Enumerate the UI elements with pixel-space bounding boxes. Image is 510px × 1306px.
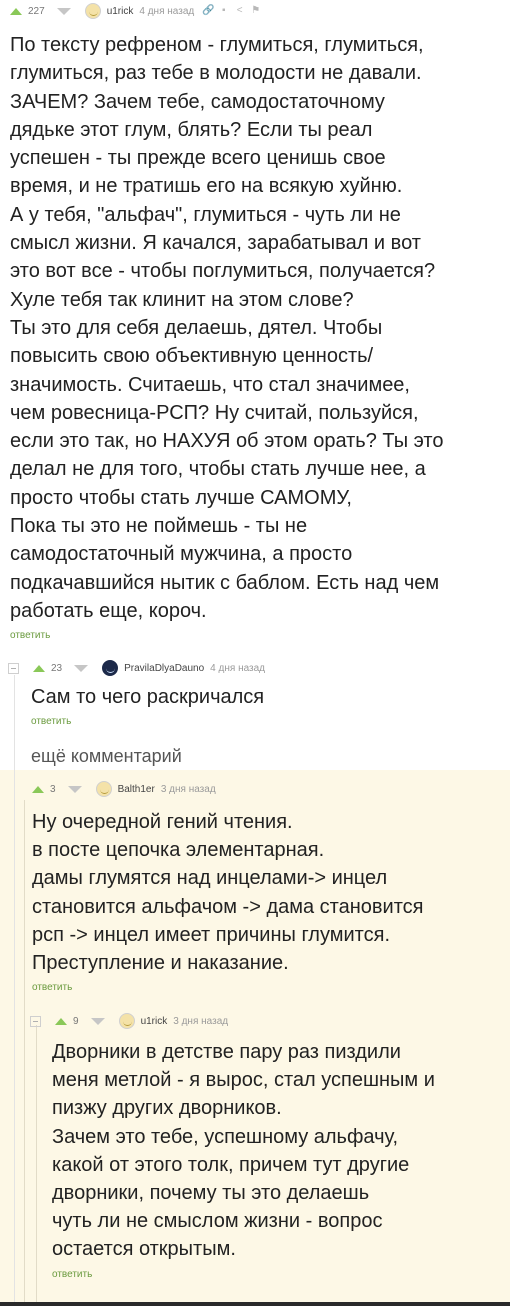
timestamp[interactable]: 3 дня назад: [173, 1016, 228, 1027]
comment-text: Сам то чего раскричался: [31, 686, 265, 708]
save-icon[interactable]: ▪: [218, 6, 229, 16]
report-flag-icon[interactable]: ⚑: [250, 6, 261, 16]
timestamp[interactable]: 4 дня назад: [210, 663, 265, 674]
rating: 3: [50, 783, 56, 795]
comment: 227 u1rick 4 дня назад 🔗 ▪ < ⚑ По тексту…: [10, 0, 505, 643]
avatar[interactable]: [118, 1013, 135, 1029]
author-name[interactable]: PravilaDlyaDauno: [124, 663, 204, 674]
comment-meta: 227 u1rick 4 дня назад 🔗 ▪ < ⚑: [10, 0, 505, 22]
downvote-icon[interactable]: [90, 1017, 105, 1025]
upvote-icon[interactable]: [10, 7, 22, 15]
downvote-icon[interactable]: [56, 7, 71, 15]
reply-link[interactable]: ответить: [10, 630, 50, 641]
rating: 9: [73, 1015, 79, 1027]
thread-line: [14, 675, 15, 1306]
author-name[interactable]: Balth1er: [118, 784, 155, 795]
downvote-icon[interactable]: [74, 664, 89, 672]
share-icon[interactable]: <: [234, 6, 245, 16]
more-comments-link[interactable]: ещё комментарий: [31, 746, 182, 767]
comment-text: Ну очередной гений чтения. в посте цепоч…: [32, 811, 424, 975]
comment-meta: 3 Balth1er 3 дня назад: [32, 778, 502, 800]
rating: 23: [51, 662, 63, 674]
collapse-icon[interactable]: [8, 662, 19, 674]
comment: 9 u1rick 3 дня назад Дворники в детстве …: [30, 1010, 500, 1282]
avatar[interactable]: [95, 781, 112, 797]
reply-link[interactable]: ответить: [52, 1269, 92, 1280]
avatar[interactable]: [102, 660, 119, 676]
bottom-edge: [0, 1302, 510, 1306]
rating: 227: [28, 5, 45, 17]
comment: 23 PravilaDlyaDauno 4 дня назад Сам то ч…: [8, 657, 505, 729]
comment-meta: 9 u1rick 3 дня назад: [30, 1010, 500, 1032]
author-name[interactable]: u1rick: [107, 6, 134, 17]
timestamp[interactable]: 3 дня назад: [161, 784, 216, 795]
collapse-icon[interactable]: [30, 1015, 41, 1027]
avatar[interactable]: [84, 3, 101, 19]
author-name[interactable]: u1rick: [141, 1016, 168, 1027]
upvote-icon[interactable]: [55, 1017, 67, 1025]
comment-meta: 23 PravilaDlyaDauno 4 дня назад: [8, 657, 505, 679]
upvote-icon[interactable]: [33, 664, 45, 672]
upvote-icon[interactable]: [32, 785, 44, 793]
reply-link[interactable]: ответить: [31, 716, 71, 727]
timestamp[interactable]: 4 дня назад: [139, 6, 194, 17]
link-icon[interactable]: 🔗: [202, 6, 214, 16]
comment-text: Дворники в детстве пару раз пиздили меня…: [52, 1041, 435, 1261]
comment: 3 Balth1er 3 дня назад Ну очередной гени…: [32, 778, 502, 995]
comment-text: По тексту рефреном - глумиться, глумитьс…: [10, 34, 444, 622]
thread-line: [24, 800, 25, 1306]
downvote-icon[interactable]: [67, 785, 82, 793]
reply-link[interactable]: ответить: [32, 982, 72, 993]
